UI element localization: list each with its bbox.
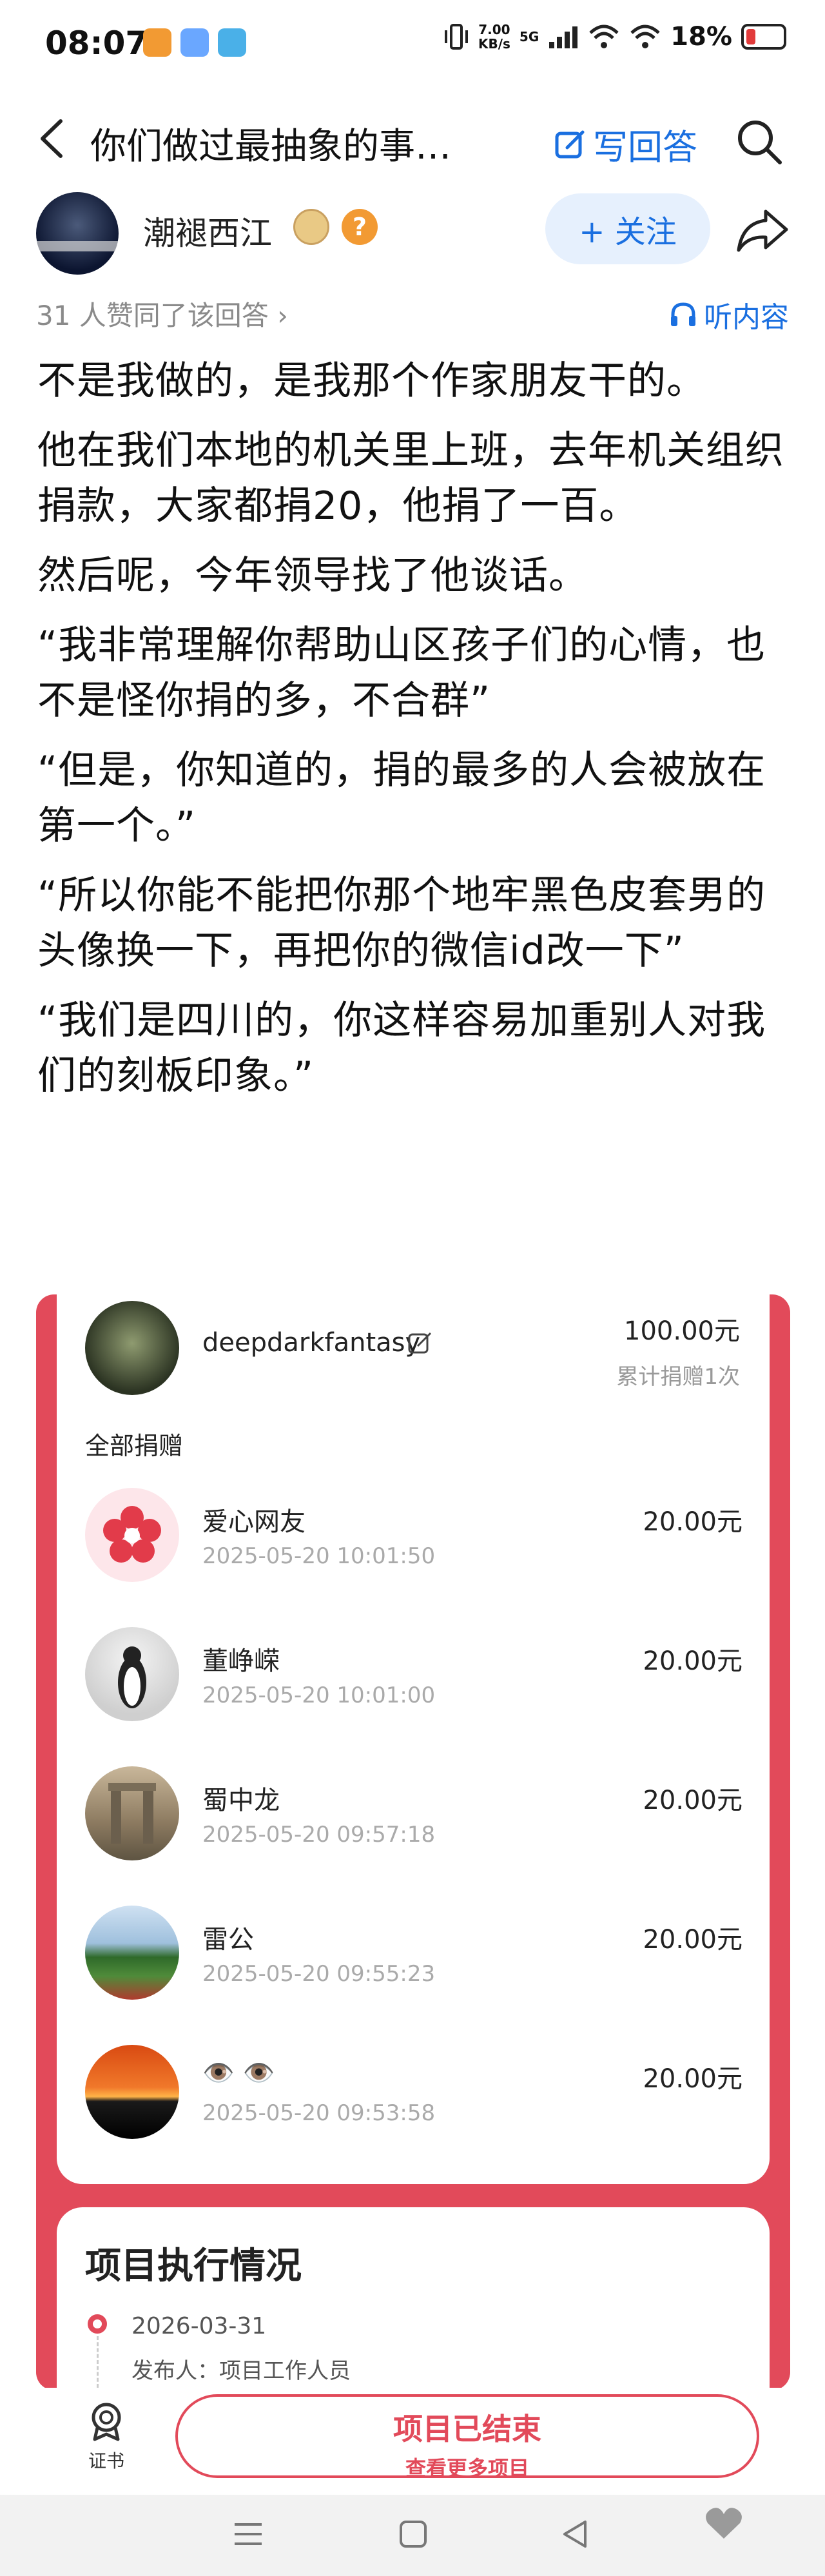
answer-paragraph: “我们是四川的，你这样容易加重别人对我们的刻板印象。” [37,998,766,1098]
donor-avatar [85,1488,179,1582]
certificate-button[interactable]: 证书 [77,2401,135,2473]
follow-button[interactable]: + 关注 [545,193,710,264]
battery-percent: 18% [670,22,732,52]
donor-name: 蜀中龙 [202,1786,280,1815]
vibrate-icon [444,24,468,50]
app-notification-icon [143,28,171,57]
answer-body: 不是我做的，是我那个作家朋友干的。 他在我们本地的机关里上班，去年机关组织捐款，… [37,353,791,1118]
answer-paragraph: 不是我做的，是我那个作家朋友干的。 [37,358,706,404]
net-speed: 7.00 KB/s [478,23,510,51]
execution-title: 项目执行情况 [85,2245,302,2287]
menu-icon[interactable] [232,2519,264,2549]
crown-badge-icon [293,209,329,245]
help-badge-icon[interactable]: ? [342,209,378,245]
donation-time: 2025-05-20 10:01:50 [202,1543,436,1569]
donation-time: 2025-05-20 10:01:00 [202,1683,436,1708]
donor-name: 爱心网友 [202,1507,306,1537]
answer-paragraph: 他在我们本地的机关里上班，去年机关组织捐款，大家都捐20，他捐了一百。 [37,428,784,529]
edit-icon [408,1332,432,1354]
signal-icon [549,26,578,48]
location-pin-icon [88,2314,107,2334]
write-answer-button[interactable]: 写回答 [554,119,697,170]
search-icon[interactable] [735,117,784,166]
donor-name: 👁️ 👁️ [202,2058,275,2088]
system-nav-bar [0,2495,825,2576]
donation-amount: 20.00元 [643,1925,742,1955]
answer-paragraph: “我非常理解你帮助山区孩子们的心情，也不是怪你捐的多，不合群” [37,623,766,723]
battery-icon [741,24,786,50]
back-arrow-icon[interactable] [34,116,72,161]
app-notification-icon [218,28,246,57]
donation-row: 爱心网友 2025-05-20 10:01:50 20.00元 [85,1481,742,1585]
all-donations-title: 全部捐赠 [85,1432,184,1460]
share-arrow-icon[interactable] [735,205,790,257]
top-donor-amount: 100.00元 [624,1316,740,1346]
donation-amount: 20.00元 [643,1786,742,1815]
status-time: 08:07 [45,24,148,62]
wifi-icon [589,24,619,48]
home-square-icon[interactable] [398,2519,428,2549]
donor-avatar [85,1627,179,1721]
donation-row: 蜀中龙 2025-05-20 09:57:18 20.00元 [85,1760,742,1863]
signal-label: 5G [519,29,539,44]
monument-icon [108,1783,156,1844]
notification-icons [143,28,246,57]
donation-row: 👁️ 👁️ 2025-05-20 09:53:58 20.00元 [85,2038,742,2142]
listen-button[interactable]: 听内容 [669,294,789,335]
donation-time: 2025-05-20 09:57:18 [202,1822,436,1848]
likes-count[interactable]: 31 人赞同了该回答 › [36,294,288,333]
author-avatar[interactable] [36,192,119,275]
status-bar: 08:07 7.00 KB/s 5G 18% [0,0,825,90]
author-row: 潮褪西江 ? + 关注 [0,187,825,277]
top-donor-name: deepdarkfantasy [202,1328,421,1358]
answer-paragraph: “但是，你知道的，捐的最多的人会被放在第一个。” [37,748,766,848]
donation-time: 2025-05-20 09:53:58 [202,2100,436,2126]
net-speed-unit: KB/s [478,36,510,52]
net-speed-value: 7.00 [478,22,510,37]
headphones-icon [671,302,695,326]
author-name[interactable]: 潮褪西江 [143,208,272,254]
question-title[interactable]: 你们做过最抽象的事… [90,117,451,170]
more-projects-label: 查看更多项目 [405,2456,529,2481]
heart-icon[interactable] [704,2505,744,2541]
donation-row: 雷公 2025-05-20 09:55:23 20.00元 [85,1899,742,2002]
donation-amount: 20.00元 [643,1646,742,1676]
app-notification-icon [180,28,209,57]
back-triangle-icon[interactable] [561,2519,590,2549]
donor-avatar [85,1906,179,2000]
donation-amount: 20.00元 [643,1507,742,1537]
donation-row: 董峥嵘 2025-05-20 10:01:00 20.00元 [85,1621,742,1724]
project-ended-button[interactable]: 项目已结束 查看更多项目 [175,2394,759,2481]
execution-publisher: 发布人：项目工作人员 [131,2358,351,2384]
top-donor-avatar [85,1301,179,1395]
top-donor-count: 累计捐赠1次 [616,1364,740,1390]
status-right: 7.00 KB/s 5G 18% [443,22,786,52]
donor-name: 雷公 [202,1925,254,1955]
write-answer-label: 写回答 [593,127,697,168]
donor-avatar [85,1766,179,1860]
execution-date: 2026-03-31 [131,2313,267,2339]
donation-time: 2025-05-20 09:55:23 [202,1961,436,1987]
flower-icon [103,1506,161,1563]
donor-name: 董峥嵘 [202,1646,280,1676]
answer-paragraph: “所以你能不能把你那个地牢黑色皮套男的头像换一下，再把你的微信id改一下” [37,873,766,973]
project-ended-label: 项目已结束 [393,2412,541,2446]
certificate-label: 证书 [88,2450,124,2472]
listen-label: 听内容 [704,301,789,334]
edit-square-icon [555,130,585,158]
question-header: 你们做过最抽象的事… 写回答 [0,97,825,181]
donor-avatar [85,2045,179,2139]
donation-amount: 20.00元 [643,2064,742,2094]
certificate-icon [92,2403,121,2441]
penguin-icon [118,1646,146,1708]
timeline-line [97,2336,99,2388]
donation-action-bar: 证书 项目已结束 查看更多项目 [0,2388,825,2491]
wifi-icon [630,24,660,48]
answer-paragraph: 然后呢，今年领导找了他谈话。 [37,553,588,598]
